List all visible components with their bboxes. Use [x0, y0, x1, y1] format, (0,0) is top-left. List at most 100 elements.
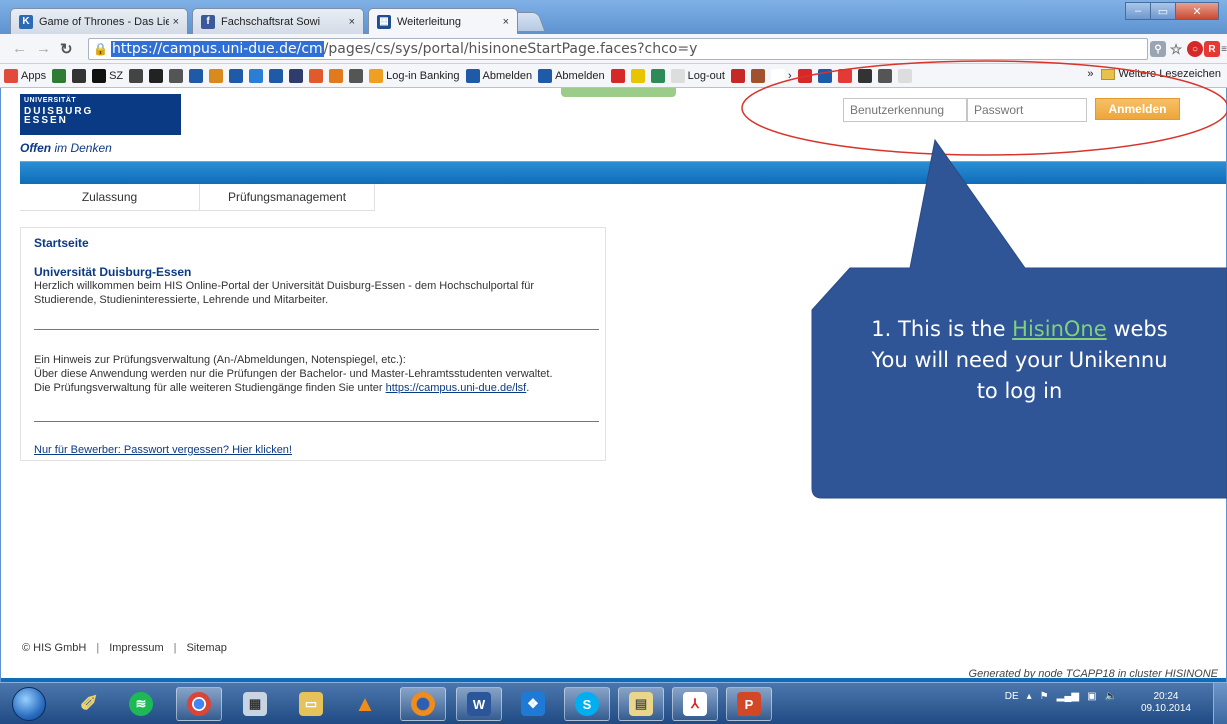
windows-taskbar: ✐ ≋ ▦ ▭ ▲ W ❖ S ▤ ⅄ P DE ▴ ⚑ ▂▄▆ ▣ 🔈 20:…: [0, 682, 1227, 724]
bookmark-item[interactable]: [52, 68, 67, 83]
extension-red-icon[interactable]: R: [1204, 41, 1220, 57]
forward-icon[interactable]: →: [36, 40, 51, 57]
taskbar-dropbox[interactable]: ❖: [510, 687, 556, 721]
maximize-icon[interactable]: ▭: [1150, 2, 1176, 20]
tab-favicon-icon: ▦: [377, 14, 391, 29]
star-icon[interactable]: ☆: [1168, 41, 1184, 57]
taskbar-powerpoint[interactable]: P: [726, 687, 772, 721]
login-button[interactable]: Anmelden: [1095, 98, 1180, 120]
bookmark-item[interactable]: [269, 68, 284, 83]
taskbar-acrobat[interactable]: ⅄: [672, 687, 718, 721]
reload-icon[interactable]: ↻: [60, 40, 73, 58]
bookmark-item[interactable]: [209, 68, 224, 83]
bookmark-item[interactable]: [630, 68, 645, 83]
bookmark-item[interactable]: [650, 68, 665, 83]
more-bookmarks-icon[interactable]: »: [1087, 68, 1093, 80]
tab-title: Game of Thrones - Das Lie: [39, 15, 169, 28]
taskbar-firefox[interactable]: [400, 687, 446, 721]
close-window-icon[interactable]: ✕: [1175, 2, 1219, 20]
bookmark-item[interactable]: [730, 68, 745, 83]
start-button-icon[interactable]: [12, 687, 46, 721]
taskbar-word[interactable]: W: [456, 687, 502, 721]
menu-item-zulassung[interactable]: Zulassung: [20, 184, 200, 211]
volume-icon[interactable]: 🔈: [1105, 691, 1117, 702]
tab-weiterleitung[interactable]: ▦ Weiterleitung ×: [368, 8, 518, 34]
taskbar-app-1[interactable]: ✐: [66, 687, 112, 721]
bookmark-item[interactable]: [149, 68, 164, 83]
clock[interactable]: 20:24 09.10.2014: [1141, 691, 1191, 715]
bookmark-item[interactable]: [349, 68, 364, 83]
password-input[interactable]: [967, 98, 1087, 122]
language-indicator[interactable]: DE: [1005, 691, 1019, 702]
taskbar-vlc[interactable]: ▲: [342, 687, 388, 721]
bookmark-label: Log-in Banking: [386, 69, 460, 82]
minimize-icon[interactable]: –: [1125, 2, 1151, 20]
browser-tab-strip: K Game of Thrones - Das Lie × f Fachscha…: [0, 0, 1227, 34]
bookmark-favicon-icon: [269, 68, 284, 83]
menu-icon[interactable]: ≡: [1220, 41, 1227, 57]
bookmark-item[interactable]: [857, 68, 872, 83]
bookmark-item[interactable]: [189, 68, 204, 83]
sitemap-link[interactable]: Sitemap: [186, 642, 226, 654]
tray-expand-icon[interactable]: ▴: [1027, 691, 1032, 702]
signal-icon[interactable]: ▂▄▆: [1057, 691, 1079, 702]
tab-fachschaftsrat[interactable]: f Fachschaftsrat Sowi ×: [192, 8, 364, 34]
university-logo[interactable]: UNIVERSITÄT DUISBURG ESSEN: [20, 94, 181, 135]
bookmark-favicon-icon: [72, 68, 87, 83]
show-desktop-button[interactable]: [1213, 683, 1227, 724]
bookmark-item[interactable]: [72, 68, 87, 83]
bookmark-item[interactable]: ›: [770, 68, 792, 83]
bookmark-item[interactable]: Abmelden: [465, 68, 533, 83]
taskbar-calculator[interactable]: ▦: [232, 687, 278, 721]
forgot-password-link[interactable]: Nur für Bewerber: Passwort vergessen? Hi…: [34, 444, 292, 456]
bookmark-favicon-icon: [209, 68, 224, 83]
tab-close-icon[interactable]: ×: [173, 16, 179, 28]
bookmark-favicon-icon: [670, 68, 685, 83]
taskbar-skype[interactable]: S: [564, 687, 610, 721]
bookmark-item[interactable]: [129, 68, 144, 83]
bookmark-item[interactable]: [229, 68, 244, 83]
bookmark-label: Abmelden: [482, 69, 533, 82]
network-icon[interactable]: ▣: [1087, 691, 1096, 702]
url-bar[interactable]: 🔒 https://campus.uni-due.de/cm /pages/cs…: [88, 38, 1148, 60]
username-input[interactable]: [843, 98, 967, 122]
bookmark-favicon-icon: [897, 68, 912, 83]
bookmark-item[interactable]: Abmelden: [538, 68, 605, 83]
bookmark-item[interactable]: [817, 68, 832, 83]
taskbar-explorer[interactable]: ▭: [288, 687, 334, 721]
lsf-link[interactable]: https://campus.uni-due.de/lsf: [386, 382, 527, 394]
tab-close-icon[interactable]: ×: [349, 16, 355, 28]
adblock-icon[interactable]: ○: [1187, 41, 1203, 57]
other-bookmarks[interactable]: Weitere Lesezeichen: [1118, 68, 1221, 80]
bookmark-item[interactable]: [309, 68, 324, 83]
bookmark-item[interactable]: [797, 68, 812, 83]
impressum-link[interactable]: Impressum: [109, 642, 163, 654]
bookmark-item[interactable]: [837, 68, 852, 83]
taskbar-files[interactable]: ▤: [618, 687, 664, 721]
hint-line2: Über diese Anwendung werden nur die Prüf…: [34, 368, 553, 380]
tagline: Offen im Denken: [20, 141, 112, 155]
bookmark-item[interactable]: Log-in Banking: [369, 68, 460, 83]
bookmark-favicon-icon: [189, 68, 204, 83]
bookmark-item[interactable]: [750, 68, 765, 83]
bookmark-item[interactable]: [329, 68, 344, 83]
bookmark-item[interactable]: [877, 68, 892, 83]
tab-close-icon[interactable]: ×: [503, 16, 509, 28]
bookmark-item[interactable]: [610, 68, 625, 83]
taskbar-spotify[interactable]: ≋: [118, 687, 164, 721]
taskbar-chrome[interactable]: [176, 687, 222, 721]
back-icon[interactable]: ←: [12, 40, 27, 57]
bookmark-item[interactable]: [249, 68, 264, 83]
bookmark-item[interactable]: [169, 68, 184, 83]
copyright-link[interactable]: © HIS GmbH: [22, 642, 86, 654]
callout-line3: to log in: [976, 379, 1063, 403]
bookmark-item[interactable]: SZ: [92, 68, 123, 83]
tab-game-of-thrones[interactable]: K Game of Thrones - Das Lie ×: [10, 8, 188, 34]
bookmark-item[interactable]: [289, 68, 304, 83]
bookmark-item[interactable]: Log-out: [670, 68, 725, 83]
menu-item-pruefungsmanagement[interactable]: Prüfungsmanagement: [200, 184, 375, 211]
bookmark-item[interactable]: Apps: [4, 68, 46, 83]
bookmark-item[interactable]: [897, 68, 912, 83]
flag-icon[interactable]: ⚑: [1040, 691, 1049, 702]
extension-icon[interactable]: ⚲: [1150, 41, 1166, 57]
